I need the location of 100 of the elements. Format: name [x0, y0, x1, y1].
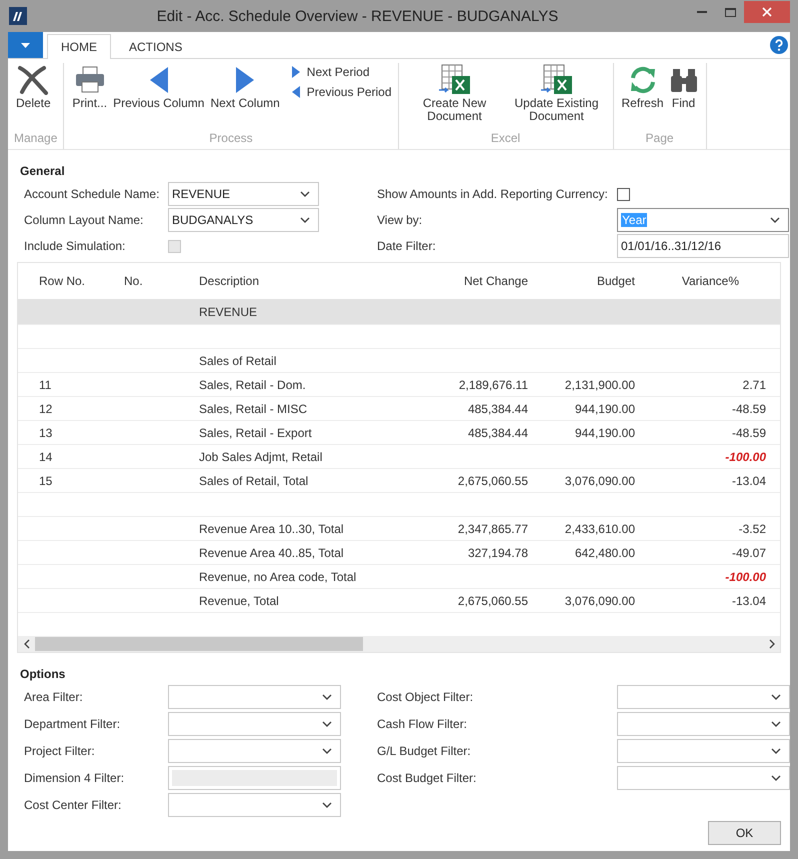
chevron-down-icon [771, 721, 781, 727]
group-label: Manage [14, 131, 58, 147]
help-icon[interactable] [770, 36, 788, 54]
triangle-right-icon [292, 66, 300, 78]
app-menu-button[interactable] [8, 32, 43, 58]
table-cell-text: Sales, Retail - MISC [198, 400, 308, 418]
dropdown-field[interactable]: BUDGANALYS [168, 208, 319, 232]
table-cell-text: 13 [38, 424, 54, 442]
table-row[interactable]: 11 Sales, Retail - Dom. 2,189,676.11 2,131,900.00 2.71 [18, 373, 780, 397]
dropdown-field[interactable] [617, 685, 790, 709]
field-label: Area Filter: [23, 690, 84, 704]
ribbon-tab[interactable]: HOME [47, 34, 111, 59]
table-row[interactable]: Revenue, no Area code, Total -100.00 [18, 565, 780, 589]
field-label: Cash Flow Filter: [376, 717, 468, 731]
field-label: Project Filter: [23, 744, 96, 758]
ribbon-button[interactable]: Next Period [292, 65, 392, 79]
column-header[interactable]: Row No. [18, 263, 118, 299]
section-title: General [20, 164, 66, 178]
table-cell-text: Job Sales Adjmt, Retail [198, 448, 324, 466]
table-cell: -48.59 [732, 402, 766, 416]
table-row[interactable]: Revenue Area 10..30, Total 2,347,865.77 2,433,610.00 -3.52 [18, 517, 780, 541]
table-cell: 2.71 [742, 378, 766, 392]
table-cell-text: 944,190.00 [574, 400, 635, 418]
field-label: Cost Center Filter: [23, 798, 122, 812]
column-header[interactable]: Net Change [418, 263, 528, 299]
chevron-down-icon [322, 748, 332, 754]
ribbon-button[interactable]: Refresh [620, 63, 666, 110]
table-cell: -3.52 [738, 522, 766, 536]
dropdown-field[interactable] [617, 766, 790, 790]
close-icon[interactable] [744, 1, 790, 23]
window-title: Edit - Acc. Schedule Overview - REVENUE - BUDGANALYS [156, 8, 560, 24]
ribbon-tab[interactable]: ACTIONS [115, 34, 196, 58]
table-cell-text: 15 [38, 472, 54, 490]
chevron-down-icon [771, 775, 781, 781]
chevron-down-icon [322, 721, 332, 727]
table-row[interactable]: Revenue, Total 2,675,060.55 3,076,090.00 -13.04 [18, 589, 780, 613]
table-row[interactable]: 14 Job Sales Adjmt, Retail -100.00 [18, 445, 780, 469]
column-header[interactable]: Description [188, 263, 418, 299]
ribbon-button[interactable]: Delete [14, 63, 53, 110]
table-cell-text: 12 [38, 400, 54, 418]
group-label: Page [644, 131, 675, 147]
chevron-down-icon [300, 217, 310, 223]
table-row[interactable]: Revenue Area 40..85, Total 327,194.78 642,480.00 -49.07 [18, 541, 780, 565]
dropdown-field[interactable]: REVENUE [168, 182, 319, 206]
field-label: Cost Object Filter: [376, 690, 474, 704]
table-row[interactable]: Sales of Retail [18, 349, 780, 373]
dropdown-field[interactable] [617, 739, 790, 763]
ribbon-button[interactable]: Find [668, 63, 700, 110]
checkbox[interactable] [617, 188, 630, 200]
table-cell-text: 2,433,610.00 [564, 520, 635, 538]
ribbon-button[interactable]: Create New Document [404, 63, 505, 123]
table-cell-text: REVENUE [198, 304, 258, 320]
ok-button[interactable]: OK [708, 821, 781, 845]
table-cell-text: Revenue, no Area code, Total [198, 568, 358, 586]
column-header[interactable]: Variance% [635, 263, 766, 299]
ribbon-button[interactable]: Update Existing Document [506, 63, 607, 123]
section-title: Options [20, 667, 66, 681]
input-field[interactable]: 01/01/16..31/12/16 [617, 234, 789, 258]
table-cell-text: 485,384.44 [466, 400, 528, 418]
ribbon-button[interactable]: Print... [70, 63, 110, 110]
ribbon-button[interactable]: Previous Column [111, 63, 206, 110]
field-label: Column Layout Name: [23, 213, 144, 227]
table-cell: -100.00 [725, 570, 766, 584]
dropdown-field[interactable] [168, 739, 341, 763]
triangle-left-icon [148, 66, 169, 94]
dropdown-field[interactable] [168, 685, 341, 709]
table-cell-text: 11 [38, 376, 52, 394]
ribbon-button[interactable]: Next Column [208, 63, 282, 110]
chevron-down-icon [771, 694, 781, 700]
table-cell-text: Sales, Retail - Dom. [198, 376, 307, 394]
table-cell-text: 485,384.44 [466, 424, 528, 442]
binoculars-icon [670, 66, 698, 94]
dropdown-field[interactable] [168, 712, 341, 736]
table-cell-text: Sales of Retail [198, 352, 278, 370]
table-cell-text: 3,076,090.00 [564, 592, 635, 610]
table-row[interactable]: 12 Sales, Retail - MISC 485,384.44 944,190.00 -48.59 [18, 397, 780, 421]
table-cell-text: 327,194.78 [466, 544, 528, 562]
group-label: Process [208, 131, 254, 147]
field-label: Cost Budget Filter: [376, 771, 478, 785]
table-row[interactable]: 13 Sales, Retail - Export 485,384.44 944,190.00 -48.59 [18, 421, 780, 445]
table-cell-text: Sales of Retail, Total [198, 472, 310, 490]
table-cell: -100.00 [725, 450, 766, 464]
ribbon-button[interactable]: Previous Period [292, 85, 392, 99]
column-header[interactable]: No. [118, 263, 188, 299]
field-label: G/L Budget Filter: [376, 744, 472, 758]
field-label: Date Filter: [376, 239, 437, 253]
table-cell-text: 2,131,900.00 [564, 376, 635, 394]
table-row[interactable]: 15 Sales of Retail, Total 2,675,060.55 3,076,090.00 -13.04 [18, 469, 780, 493]
chevron-down-icon [300, 191, 310, 197]
chevron-down-icon [322, 694, 332, 700]
field-label: Show Amounts in Add. Reporting Currency: [376, 187, 609, 201]
horizontal-scrollbar[interactable] [18, 636, 780, 652]
table-cell-text: 642,480.00 [574, 544, 635, 562]
table-cell-text: Revenue Area 40..85, Total [198, 544, 345, 562]
dropdown-field[interactable] [168, 793, 341, 817]
dropdown-field[interactable] [617, 712, 790, 736]
table-cell-text: 944,190.00 [574, 424, 635, 442]
column-header[interactable]: Budget [528, 263, 635, 299]
table-row[interactable]: REVENUE [18, 299, 780, 325]
table-cell-text: 2,675,060.55 [456, 472, 528, 490]
